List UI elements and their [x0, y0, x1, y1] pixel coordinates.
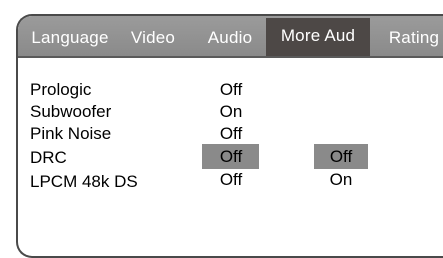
tab-language[interactable]: Language [22, 18, 118, 54]
tab-bar: Language Video Audio More Aud Rating [18, 16, 443, 58]
setting-label-pink-noise[interactable]: Pink Noise [30, 123, 111, 145]
setting-label-lpcm-48k-ds[interactable]: LPCM 48k DS [30, 171, 138, 193]
setting-label-subwoofer[interactable]: Subwoofer [30, 101, 111, 123]
setting-value-pink-noise[interactable]: Off [202, 123, 260, 145]
setting-value-lpcm-48k-ds[interactable]: Off [202, 169, 260, 191]
setup-menu-panel: Language Video Audio More Aud Rating Pro… [16, 14, 443, 258]
setting-label-drc[interactable]: DRC [30, 147, 67, 169]
setting-value-prologic[interactable]: Off [202, 79, 260, 101]
option-on[interactable]: On [314, 169, 368, 191]
tab-video[interactable]: Video [122, 18, 184, 54]
option-off[interactable]: Off [314, 146, 368, 168]
tab-rating[interactable]: Rating [378, 18, 443, 54]
setting-label-prologic[interactable]: Prologic [30, 79, 91, 101]
tab-more-audio[interactable]: More Aud [266, 18, 370, 56]
setting-value-subwoofer[interactable]: On [202, 101, 260, 123]
tab-audio[interactable]: Audio [198, 18, 262, 54]
setting-value-drc[interactable]: Off [202, 146, 260, 168]
